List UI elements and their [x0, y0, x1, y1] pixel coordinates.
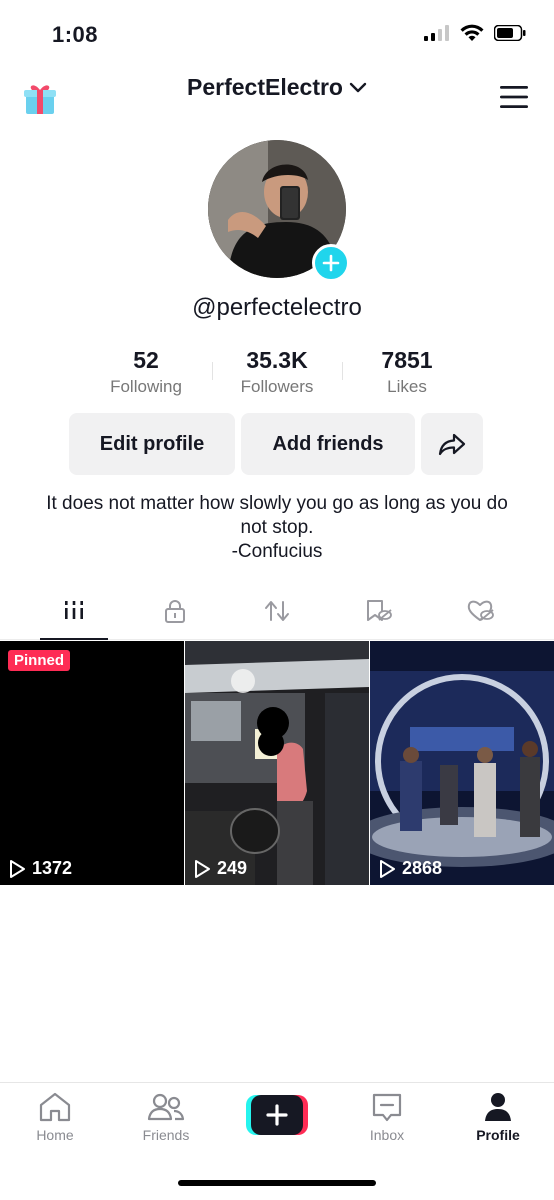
nav-label: Inbox	[369, 1127, 405, 1143]
pinned-badge: Pinned	[8, 650, 71, 671]
video-grid: Pinned 1372 249 2868	[0, 641, 554, 885]
tab-private[interactable]	[140, 590, 210, 640]
video-thumbnail[interactable]: 2868	[370, 641, 554, 885]
repost-icon	[265, 601, 289, 621]
grid-icon	[65, 601, 83, 619]
account-name: PerfectElectro	[187, 74, 343, 100]
bio-quote: It does not matter how slowly you go as …	[46, 493, 508, 538]
stat-following[interactable]: 52 Following	[76, 346, 216, 398]
create-video-button[interactable]	[246, 1095, 308, 1135]
view-count: 2868	[378, 858, 442, 879]
add-avatar-button[interactable]	[312, 244, 350, 282]
nav-label: Friends	[142, 1127, 190, 1143]
menu-icon[interactable]	[500, 86, 528, 108]
profile-actions: Edit profile Add friends	[69, 413, 483, 475]
chevron-down-icon	[349, 82, 367, 92]
add-friends-button[interactable]: Add friends	[241, 413, 415, 475]
profile-bio: It does not matter how slowly you go as …	[40, 492, 514, 564]
play-icon	[10, 859, 25, 878]
stat-followers[interactable]: 35.3K Followers	[207, 346, 347, 398]
profile-icon	[485, 1093, 511, 1121]
view-count: 1372	[8, 858, 72, 879]
view-count-value: 1372	[32, 858, 73, 878]
inbox-icon	[372, 1093, 402, 1122]
stat-likes[interactable]: 7851 Likes	[337, 346, 477, 398]
stat-label: Likes	[387, 377, 427, 396]
tab-favorites[interactable]	[344, 590, 414, 640]
stat-value: 7851	[381, 347, 433, 373]
nav-label: Profile	[476, 1127, 520, 1143]
video-thumbnail[interactable]: 249	[185, 641, 369, 885]
home-icon	[39, 1092, 71, 1122]
liked-hidden-icon	[467, 600, 494, 621]
edit-profile-button[interactable]: Edit profile	[69, 413, 235, 475]
battery-icon	[494, 25, 526, 41]
account-switcher[interactable]: PerfectElectro	[0, 74, 554, 101]
video-preview	[370, 641, 554, 885]
profile-stats: 52 Following 35.3K Followers 7851 Likes	[0, 346, 554, 398]
view-count-value: 249	[217, 858, 248, 878]
nav-inbox[interactable]: Inbox	[337, 1091, 437, 1143]
nav-friends[interactable]: Friends	[116, 1091, 216, 1143]
status-icons	[424, 24, 526, 42]
profile-header: PerfectElectro	[0, 68, 554, 128]
nav-home[interactable]: Home	[5, 1091, 105, 1143]
play-icon	[380, 859, 395, 878]
tab-liked[interactable]	[446, 590, 516, 640]
stat-value: 52	[133, 347, 159, 373]
view-count-value: 2868	[402, 858, 443, 878]
nav-label: Home	[36, 1127, 74, 1143]
view-count: 249	[193, 858, 247, 879]
status-bar: 1:08	[0, 0, 554, 70]
profile-username: @perfectelectro	[192, 294, 362, 321]
bio-attribution: -Confucius	[231, 541, 323, 562]
video-preview	[185, 641, 369, 885]
home-indicator	[178, 1180, 376, 1186]
stat-value: 35.3K	[246, 347, 308, 373]
status-time: 1:08	[52, 22, 99, 47]
stat-label: Following	[110, 377, 182, 396]
bookmark-hidden-icon	[367, 600, 392, 621]
nav-profile[interactable]: Profile	[448, 1091, 548, 1143]
active-tab-indicator	[40, 638, 108, 640]
share-icon	[438, 433, 466, 456]
friends-icon	[147, 1093, 185, 1121]
share-profile-button[interactable]	[421, 413, 483, 475]
lock-icon	[165, 600, 185, 623]
stat-label: Followers	[240, 377, 314, 396]
plus-icon	[322, 254, 340, 272]
cellular-signal-icon	[424, 25, 449, 41]
tab-reposts[interactable]	[242, 590, 312, 640]
play-icon	[195, 859, 210, 878]
wifi-icon	[460, 24, 484, 41]
video-thumbnail[interactable]: Pinned 1372	[0, 641, 184, 885]
tab-videos[interactable]	[39, 590, 109, 640]
profile-tabs	[0, 590, 554, 640]
